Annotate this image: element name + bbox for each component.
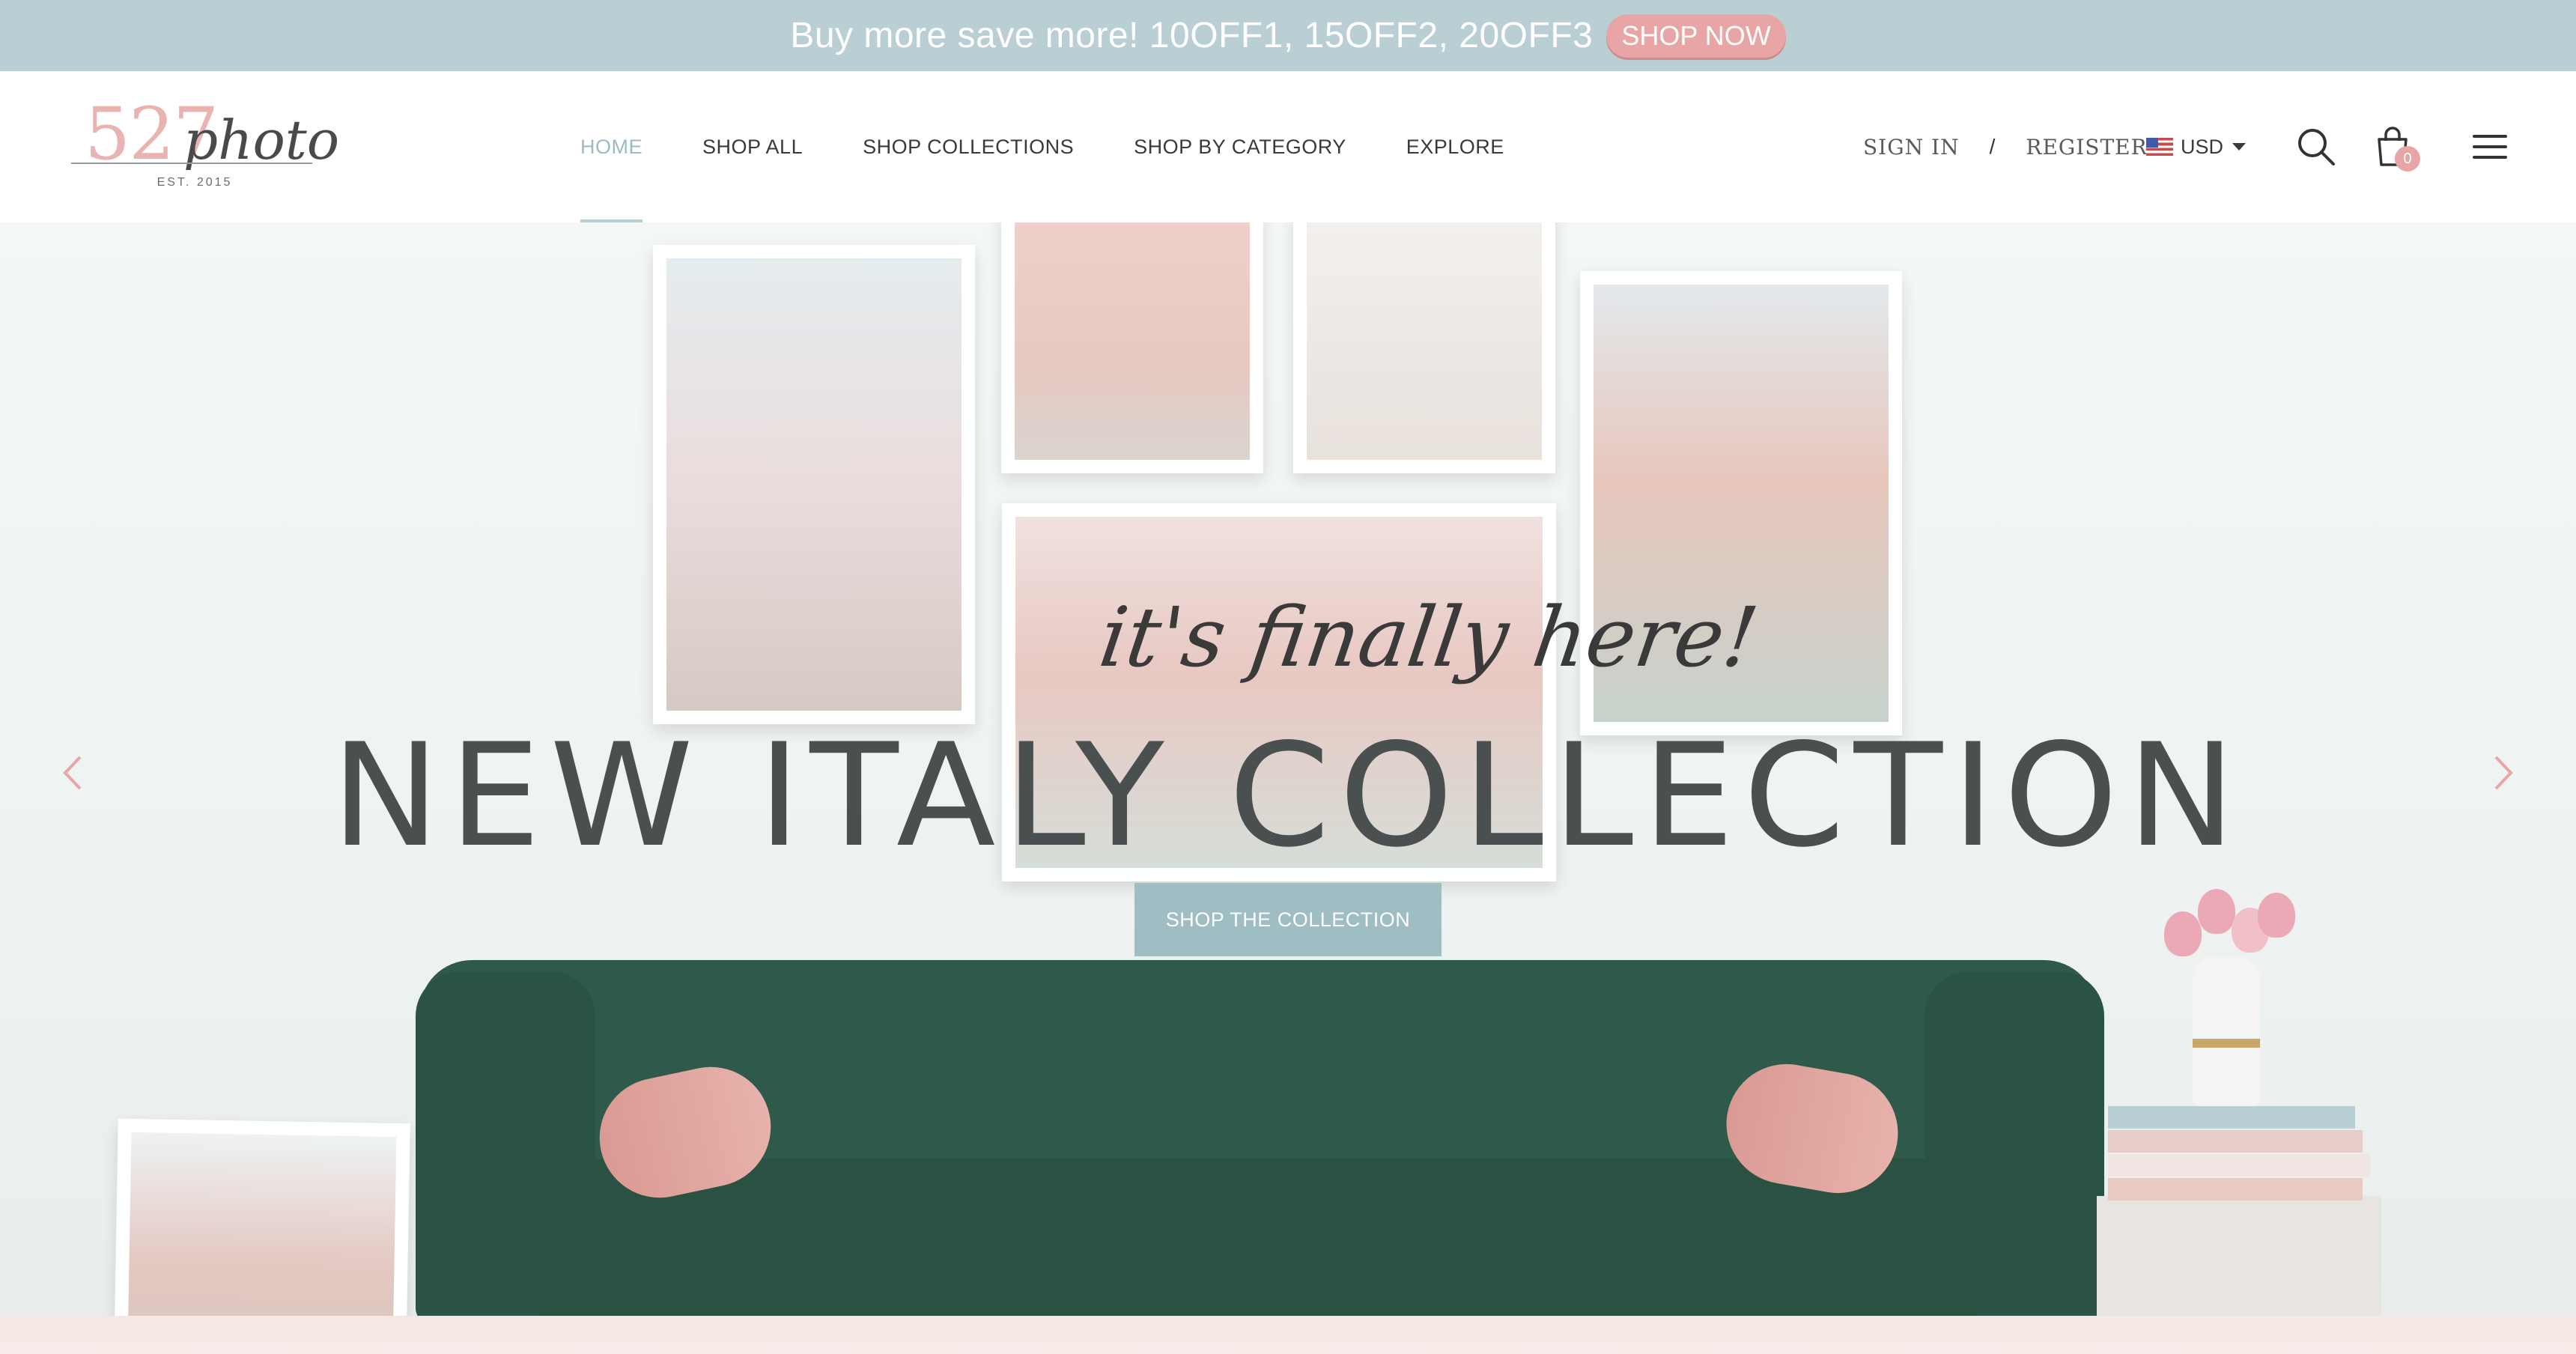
announcement-bar: Buy more save more! 10OFF1, 15OFF2, 20OF… (0, 0, 2576, 71)
tulip (2164, 911, 2202, 956)
account-links: SIGN IN / REGISTER (1863, 71, 2148, 222)
us-flag-icon (2146, 138, 2173, 156)
site-header: 527 photo EST. 2015 HOME SHOP ALL SHOP C… (0, 71, 2576, 222)
book (2108, 1130, 2363, 1153)
tulips (2157, 881, 2295, 964)
nav-item-shop-all[interactable]: SHOP ALL (702, 71, 803, 222)
slider-next-button[interactable] (2482, 747, 2527, 799)
vase (2193, 956, 2260, 1106)
account-separator: / (1989, 135, 1996, 158)
search-icon (2298, 129, 2335, 166)
main-nav: HOME SHOP ALL SHOP COLLECTIONS SHOP BY C… (580, 71, 1564, 222)
framed-print-facade (1001, 222, 1263, 473)
shop-now-button[interactable]: SHOP NOW (1606, 13, 1786, 58)
register-link[interactable]: REGISTER (2026, 135, 2147, 160)
book (2108, 1106, 2355, 1129)
logo[interactable]: 527 photo EST. 2015 (71, 92, 339, 197)
sign-in-link[interactable]: SIGN IN (1863, 135, 1960, 160)
currency-value: USD (2181, 135, 2224, 158)
next-section-strip (0, 1316, 2576, 1354)
chevron-left-icon (63, 756, 82, 790)
shop-the-collection-button[interactable]: SHOP THE COLLECTION (1134, 883, 1442, 956)
nav-item-shop-collections[interactable]: SHOP COLLECTIONS (863, 71, 1074, 222)
framed-print-floor (114, 1118, 410, 1316)
cart-button[interactable]: 0 (2366, 71, 2420, 222)
vase-band (2193, 1039, 2260, 1048)
slider-prev-button[interactable] (49, 747, 94, 799)
framed-print-cafe (1293, 222, 1555, 473)
hamburger-menu-icon (2473, 135, 2507, 159)
nav-item-home[interactable]: HOME (580, 71, 643, 222)
hero-slider: it's finally here! NEW ITALY COLLECTION … (0, 222, 2576, 1316)
nav-item-shop-by-category[interactable]: SHOP BY CATEGORY (1134, 71, 1346, 222)
nav-item-explore[interactable]: EXPLORE (1406, 71, 1504, 222)
cart-count-badge: 0 (2395, 146, 2420, 171)
caret-down-icon (2232, 143, 2247, 151)
framed-print-piazza (653, 245, 975, 724)
logo-rule (71, 163, 312, 164)
hero-tagline: it's finally here! (1094, 589, 1764, 685)
sofa-seat (539, 1159, 1977, 1316)
currency-selector[interactable]: USD (2146, 71, 2247, 222)
chevron-right-icon (2494, 756, 2513, 790)
hero-headline: NEW ITALY COLLECTION (331, 713, 2245, 878)
book (2108, 1154, 2370, 1177)
promo-text: Buy more save more! 10OFF1, 15OFF2, 20OF… (790, 16, 1594, 55)
logo-est: EST. 2015 (157, 176, 233, 189)
tulip (2258, 893, 2295, 938)
side-table (2097, 1196, 2381, 1316)
menu-button[interactable] (2470, 71, 2510, 222)
book (2108, 1178, 2363, 1200)
tulip (2198, 889, 2235, 934)
search-button[interactable] (2294, 71, 2339, 222)
